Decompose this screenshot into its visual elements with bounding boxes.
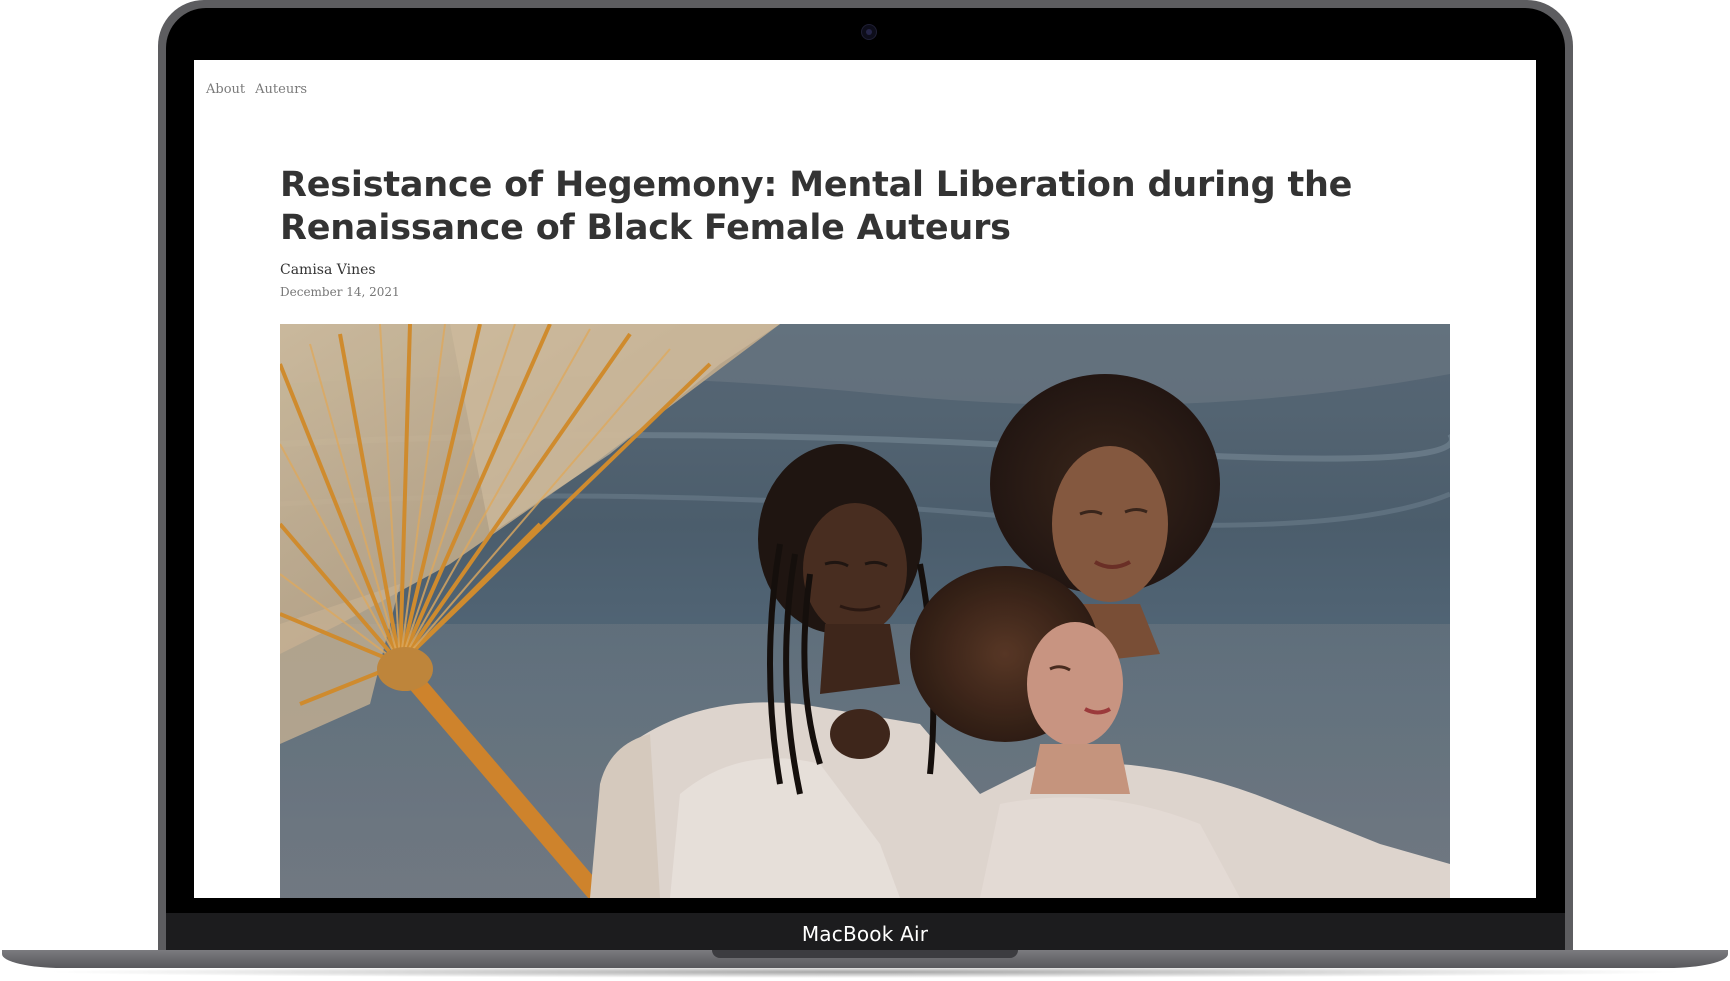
nav-link-auteurs[interactable]: Auteurs bbox=[255, 82, 307, 97]
hero-photo-illustration bbox=[280, 324, 1450, 898]
article-author[interactable]: Camisa Vines bbox=[280, 262, 376, 278]
webcam-icon bbox=[861, 24, 877, 40]
nav-link-about[interactable]: About bbox=[206, 82, 245, 97]
laptop-mockup: About Auteurs Resistance of Hegemony: Me… bbox=[0, 0, 1730, 981]
laptop-base-notch bbox=[712, 950, 1018, 958]
site-nav: About Auteurs bbox=[206, 82, 307, 97]
article-date: December 14, 2021 bbox=[280, 285, 400, 299]
article-title: Resistance of Hegemony: Mental Liberatio… bbox=[280, 165, 1353, 248]
device-label: MacBook Air bbox=[801, 922, 929, 946]
browser-screen: About Auteurs Resistance of Hegemony: Me… bbox=[194, 60, 1536, 898]
hero-image bbox=[280, 324, 1450, 898]
